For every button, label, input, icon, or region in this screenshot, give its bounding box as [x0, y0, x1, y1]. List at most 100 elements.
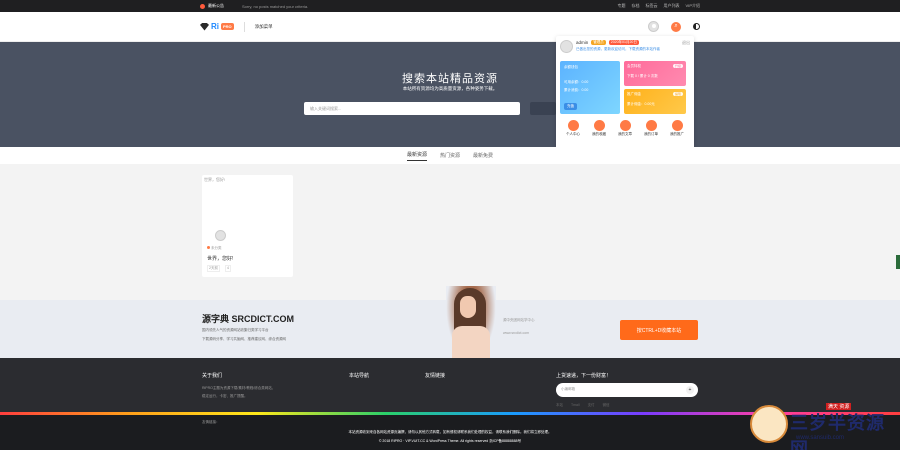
post-title[interactable]: 世界，您好! — [207, 255, 233, 262]
top-link[interactable]: 标签云 — [646, 3, 658, 9]
post-thumbnail[interactable]: 世界，您好! — [202, 175, 293, 185]
notice-label: 最新公告 — [208, 3, 224, 8]
promo-photo — [446, 286, 496, 358]
user-icon — [567, 120, 579, 131]
withdraw-button[interactable]: 提现 — [672, 92, 683, 96]
dropdown-name-row: admin 管理员 2020年01月20日 — [576, 40, 660, 45]
search-icon: ⌕ — [674, 23, 678, 29]
photo-face — [460, 296, 476, 318]
bookmark-button[interactable]: 按CTRL+D收藏本站 — [620, 320, 698, 340]
friend-links-label: 友情链接： — [202, 420, 220, 424]
top-bar: 最新公告 Sorry, no posts matched your criter… — [0, 0, 900, 12]
site-header: Ri PRO 添加菜单 ⌕ — [0, 12, 900, 42]
photo-body — [452, 326, 490, 358]
article-icon — [619, 120, 631, 131]
user-dropdown: admin 管理员 2020年01月20日 已做出您的资源，更新欢迎访问，下载资… — [556, 36, 694, 151]
post-author-avatar — [215, 230, 226, 241]
footer-badge: 本站 — [556, 403, 563, 407]
nav-divider — [243, 21, 245, 32]
dropdown-username: admin — [576, 40, 589, 45]
watermark-url: www.sansuib.com — [796, 435, 845, 441]
theme-toggle-icon[interactable] — [693, 23, 700, 30]
top-link[interactable]: 专题 — [618, 3, 626, 9]
about-line: RiPRO主题为资源下载/素材/教程/综合类网站， — [202, 386, 276, 390]
commission-card: 推广佣金 提现 累计佣金：0.00元 — [624, 89, 686, 114]
hero-title: 搜索本站精品资源 — [402, 73, 498, 85]
post-views: 4 — [224, 265, 231, 272]
star-icon — [593, 120, 605, 131]
wallet-spent: 累计消费：0.00 — [564, 88, 589, 92]
top-link[interactable]: 用户列表 — [664, 3, 680, 9]
order-icon — [645, 120, 657, 131]
logo-text: Ri — [211, 22, 219, 31]
role-badge: 管理员 — [591, 40, 606, 45]
hero-search-button[interactable] — [530, 102, 556, 115]
hero-search-input[interactable]: 输入关键词搜索... — [304, 102, 520, 115]
subscribe-placeholder: 小编邮箱 — [561, 387, 575, 391]
header-actions: ⌕ — [648, 21, 700, 32]
site-logo[interactable]: Ri PRO — [200, 22, 234, 31]
hero-search: 搜索本站精品资源 本站所有资源均为高质量资源，各种姿势下载。 输入关键词搜索..… — [0, 42, 900, 147]
subscribe-input[interactable]: 小编邮箱 + — [556, 383, 698, 397]
top-link[interactable]: VIP介绍 — [686, 3, 700, 9]
watermark-mascot-icon — [750, 405, 788, 443]
promo-right-2: www.srcdict.com — [503, 331, 530, 335]
shortcut-articles[interactable]: 我的文章 — [618, 120, 632, 137]
notice-message: Sorry, no posts matched your criteria. — [242, 3, 309, 9]
top-link[interactable]: 存档 — [632, 3, 640, 9]
user-avatar[interactable] — [648, 21, 659, 32]
dropdown-avatar — [560, 40, 573, 53]
shortcut-label: 我的订单 — [644, 132, 658, 136]
promo-desc-1: 国内领先人气的资源网站收集归类学习平台 — [202, 328, 269, 332]
shortcut-label: 个人中心 — [566, 132, 580, 136]
shortcut-promotion[interactable]: 我的推广 — [670, 120, 684, 137]
dropdown-user-info: admin 管理员 2020年01月20日 已做出您的资源，更新欢迎访问，下载资… — [576, 40, 660, 52]
promo-right-1: 源中央团网站学中心 — [503, 318, 535, 322]
upgrade-button[interactable]: 升级 — [672, 64, 683, 68]
footer-badge: 微信 — [602, 403, 610, 407]
tab-hot[interactable]: 热门资源 — [440, 152, 460, 159]
logout-link[interactable]: 退出 — [682, 40, 690, 46]
subscribe-submit-icon[interactable]: + — [686, 386, 694, 394]
shortcut-profile[interactable]: 个人中心 — [566, 120, 580, 137]
notice[interactable]: 最新公告 — [200, 3, 224, 9]
side-float-tab[interactable] — [896, 255, 900, 269]
vip-badge: 2020年01月20日 — [608, 40, 639, 45]
footer-nav-title: 本站导航 — [349, 373, 370, 379]
shortcut-orders[interactable]: 我的订单 — [644, 120, 658, 137]
footer-subscribe-title: 上货速递，下一份财富！ — [556, 373, 612, 379]
content-tabs: 最新资源 热门资源 最新免费 — [0, 147, 900, 164]
watermark-text: 三岁半资源网 — [790, 413, 885, 450]
shortcut-label: 我的收藏 — [592, 132, 606, 136]
post-meta: 2天前 4 — [207, 265, 231, 272]
privilege-cards: 会员特权 升级 下载 0 / 累计 0 次数 推广佣金 提现 累计佣金：0.00… — [624, 61, 686, 114]
shortcut-label: 我的推广 — [670, 132, 684, 136]
hero-subtitle: 本站所有资源均为高质量资源，各种姿势下载。 — [402, 86, 498, 91]
post-category[interactable]: 未分类 — [207, 246, 222, 251]
nav-add-menu[interactable]: 添加菜单 — [255, 24, 273, 30]
footer-about-title: 关于我们 — [202, 373, 223, 379]
about-line: 稳定运行，卡密、推广提醒。 — [202, 394, 248, 398]
footer-badge: 支付 — [587, 403, 595, 407]
search-button[interactable]: ⌕ — [671, 21, 681, 32]
promo-banner: 源字典 SRCDICT.COM 国内领先人气的资源网站收集归类学习平台 下载源码… — [0, 286, 900, 358]
footer-badges: 本站 Tmall 支付 微信 — [556, 403, 610, 408]
site-watermark: 满天 资源 三岁半资源网 www.sansuib.com — [750, 403, 900, 450]
logo-badge: PRO — [221, 23, 234, 30]
tab-free[interactable]: 最新免费 — [473, 152, 493, 159]
vip-card: 会员特权 升级 下载 0 / 累计 0 次数 — [624, 61, 686, 86]
wallet-card: 余额钱包 可用余额：0.00 累计消费：0.00 充值 — [560, 61, 620, 114]
footer-links-title: 友情链接 — [425, 373, 446, 379]
shortcut-favorites[interactable]: 我的收藏 — [592, 120, 606, 137]
post-date: 2天前 — [207, 265, 220, 272]
vip-line: 下载 0 / 累计 0 次数 — [627, 74, 658, 78]
commission-line: 累计佣金：0.00元 — [627, 102, 655, 106]
promo-desc-2: 下载源码分享、学习共勉网、推荐建议网、综合资源网 — [202, 337, 286, 341]
recharge-button[interactable]: 充值 — [564, 103, 577, 110]
footer-badge: Tmall — [571, 403, 580, 407]
tab-latest[interactable]: 最新资源 — [406, 151, 427, 161]
post-card[interactable]: 世界，您好! 未分类 世界，您好! 2天前 4 — [202, 175, 293, 277]
dropdown-cards: 余额钱包 可用余额：0.00 累计消费：0.00 充值 会员特权 升级 下载 0… — [560, 61, 690, 114]
dropdown-user: admin 管理员 2020年01月20日 已做出您的资源，更新欢迎访问，下载资… — [560, 40, 690, 53]
footer-about-text: RiPRO主题为资源下载/素材/教程/综合类网站， 稳定运行，卡密、推广提醒。 — [202, 384, 275, 400]
